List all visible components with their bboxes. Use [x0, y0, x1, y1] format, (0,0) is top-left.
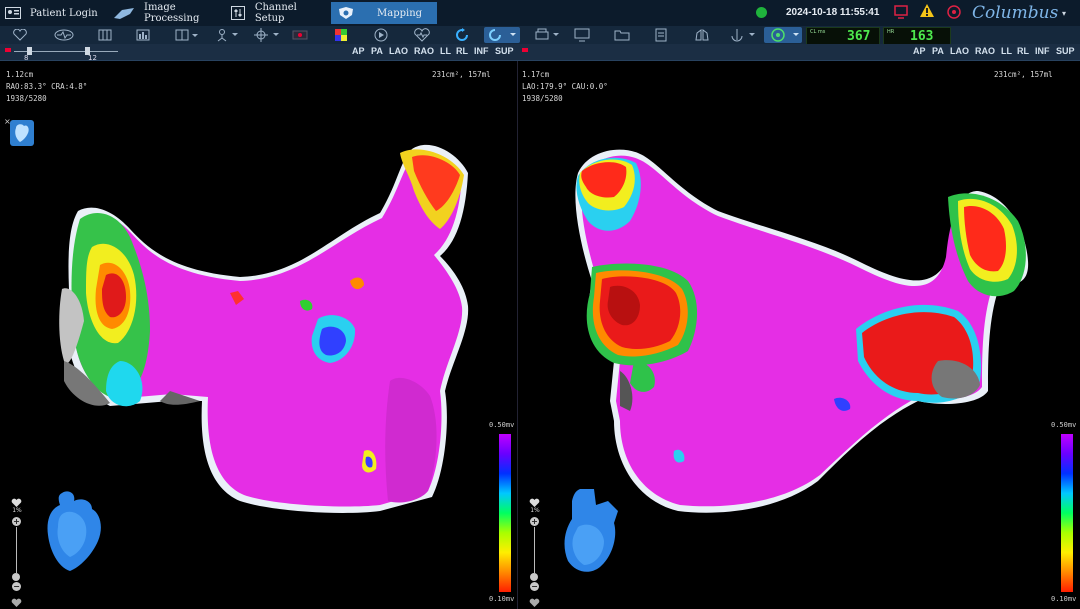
view-pa-button[interactable]: PA	[932, 46, 944, 56]
heart-icon	[529, 593, 540, 609]
cycle-length-readout: CL ms 367	[806, 27, 880, 45]
tab-label: Image Processing	[144, 2, 200, 24]
view-rao-button[interactable]: RAO	[975, 46, 995, 56]
heart-shield-icon	[337, 6, 355, 20]
hr-label: HR	[887, 29, 895, 35]
stethoscope-icon[interactable]	[946, 4, 962, 24]
monitor-icon[interactable]	[893, 4, 909, 24]
zoom-slider-handle[interactable]	[530, 573, 538, 581]
menu-dropdown-icon[interactable]: ▾	[1062, 9, 1066, 18]
view-inf-button[interactable]: INF	[1035, 46, 1050, 56]
zoom-in-button[interactable]: +	[12, 517, 21, 526]
zoom-in-button[interactable]: +	[530, 517, 539, 526]
view-sup-button[interactable]: SUP	[1056, 46, 1075, 56]
monitor-display-icon[interactable]	[572, 27, 592, 43]
view-lao-button[interactable]: LAO	[950, 46, 969, 56]
cl-label: CL ms	[810, 29, 826, 35]
tab-patient-login[interactable]: Patient Login	[4, 2, 108, 24]
scale-min-label: 0.10mv	[1051, 595, 1077, 603]
view-rl-button[interactable]: RL	[456, 46, 468, 56]
heart-orientation-model-icon[interactable]	[44, 487, 108, 575]
zoom-out-button[interactable]: −	[530, 582, 539, 591]
sliders-icon	[229, 6, 247, 20]
voltage-colorbar	[1061, 434, 1073, 592]
layout-dropdown-icon[interactable]	[174, 27, 200, 43]
view-ap-button[interactable]: AP	[913, 46, 926, 56]
view-ap-button[interactable]: AP	[352, 46, 365, 56]
record-indicator-icon	[5, 48, 11, 52]
zoom-track[interactable]	[16, 527, 17, 573]
zoom-out-button[interactable]: −	[12, 582, 21, 591]
record-icon[interactable]	[290, 27, 310, 43]
heart-rate-readout: HR 163	[883, 27, 951, 45]
hr-value: 163	[910, 29, 934, 44]
id-card-icon	[4, 6, 22, 20]
heart-outline-icon[interactable]	[10, 27, 30, 43]
tab-image-processing[interactable]: Image Processing	[112, 2, 222, 24]
cl-value: 367	[847, 29, 871, 44]
anchor-dropdown-icon[interactable]	[728, 27, 758, 43]
target-mode-dropdown[interactable]	[764, 27, 802, 43]
rotate-mode-dropdown[interactable]	[484, 27, 520, 43]
tab-label: Mapping	[377, 7, 423, 19]
view-ll-button[interactable]: LL	[1001, 46, 1012, 56]
voltage-colorbar	[499, 434, 511, 592]
heart-orientation-model-icon[interactable]	[560, 487, 624, 579]
view-rao-button[interactable]: RAO	[414, 46, 434, 56]
color-palette-icon[interactable]	[333, 27, 349, 43]
zoom-percent: 1%	[12, 507, 22, 514]
catheter-dropdown-icon[interactable]	[214, 27, 240, 43]
grid-view-icon[interactable]	[96, 27, 114, 43]
play-icon[interactable]	[372, 27, 390, 43]
document-icon[interactable]	[652, 27, 670, 43]
zoom-control: 1% + −	[8, 493, 28, 607]
zoom-slider-handle[interactable]	[12, 573, 20, 581]
tab-label: Patient Login	[30, 7, 98, 19]
scale-max-label: 0.50mv	[489, 421, 515, 429]
view-sup-button[interactable]: SUP	[495, 46, 514, 56]
view-ll-button[interactable]: LL	[440, 46, 451, 56]
rotate-view-icon[interactable]	[452, 27, 472, 43]
view-inf-button[interactable]: INF	[474, 46, 489, 56]
zoom-percent: 1%	[530, 507, 540, 514]
scale-max-label: 0.50mv	[1051, 421, 1077, 429]
zoom-track[interactable]	[534, 527, 535, 573]
record-indicator-icon	[522, 48, 528, 52]
print-dropdown-icon[interactable]	[533, 27, 561, 43]
folder-icon[interactable]	[612, 27, 632, 43]
waveform-heart-icon[interactable]	[412, 27, 432, 43]
top-navigation: Patient Login Image Processing Channel S…	[0, 0, 1080, 27]
right-3d-viewport[interactable]: 1.17cm LAO:179.9° CAU:0.0° 1938/5280 231…	[518, 61, 1080, 609]
view-rl-button[interactable]: RL	[1017, 46, 1029, 56]
scale-min-label: 0.10mv	[489, 595, 515, 603]
view-pa-button[interactable]: PA	[371, 46, 383, 56]
brand-logo: Columbus	[972, 3, 1059, 23]
connection-status-indicator	[756, 7, 767, 18]
mapping-toolbar: CL ms 367 HR 163	[0, 26, 1080, 45]
left-3d-viewport[interactable]: 1.12cm RAO:83.3° CRA:4.8° 1938/5280 231c…	[0, 61, 517, 609]
tab-mapping[interactable]: Mapping	[331, 2, 437, 24]
tab-channel-setup[interactable]: Channel Setup	[229, 2, 329, 24]
tab-label: Channel Setup	[254, 2, 297, 24]
view-orientation-bar: 8 12 AP PA LAO RAO LL RL INF SUP AP PA L…	[0, 44, 1080, 62]
system-datetime: 2024-10-18 11:55:41	[786, 7, 880, 18]
bar-chart-icon[interactable]	[134, 27, 152, 43]
ecg-badge-icon[interactable]	[52, 27, 76, 43]
xray-icon	[112, 6, 136, 20]
heart-icon	[11, 593, 22, 609]
lungs-icon[interactable]	[692, 27, 712, 43]
warning-icon[interactable]	[919, 3, 935, 23]
zoom-control: 1% + −	[526, 493, 546, 607]
view-lao-button[interactable]: LAO	[389, 46, 408, 56]
crosshair-dropdown-icon[interactable]	[253, 27, 281, 43]
